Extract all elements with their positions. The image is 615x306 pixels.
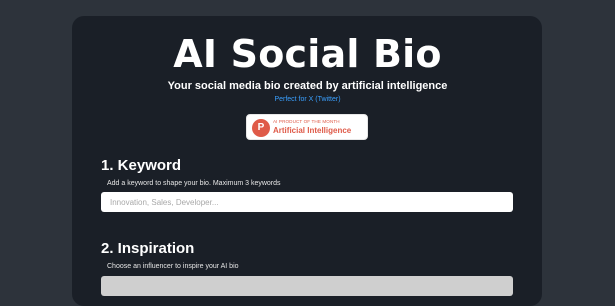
keyword-section-description: Add a keyword to shape your bio. Maximum… bbox=[107, 180, 281, 187]
badge-main-text: Artificial Intelligence bbox=[273, 126, 352, 135]
badge-top-text: AI PRODUCT OF THE MONTH bbox=[273, 119, 340, 124]
keyword-input[interactable] bbox=[101, 192, 513, 212]
page-title: AI Social Bio bbox=[173, 32, 442, 76]
product-of-month-badge[interactable]: P AI PRODUCT OF THE MONTH Artificial Int… bbox=[246, 114, 368, 140]
influencer-select[interactable] bbox=[101, 276, 513, 296]
page-subtitle: Your social media bio created by artific… bbox=[167, 80, 448, 92]
platform-note: Perfect for X (Twitter) bbox=[274, 96, 341, 103]
inspiration-section-description: Choose an influencer to inspire your AI … bbox=[107, 263, 239, 270]
product-hunt-logo-icon: P bbox=[252, 119, 270, 137]
inspiration-section-title: 2. Inspiration bbox=[101, 240, 195, 257]
keyword-section-title: 1. Keyword bbox=[101, 157, 182, 174]
